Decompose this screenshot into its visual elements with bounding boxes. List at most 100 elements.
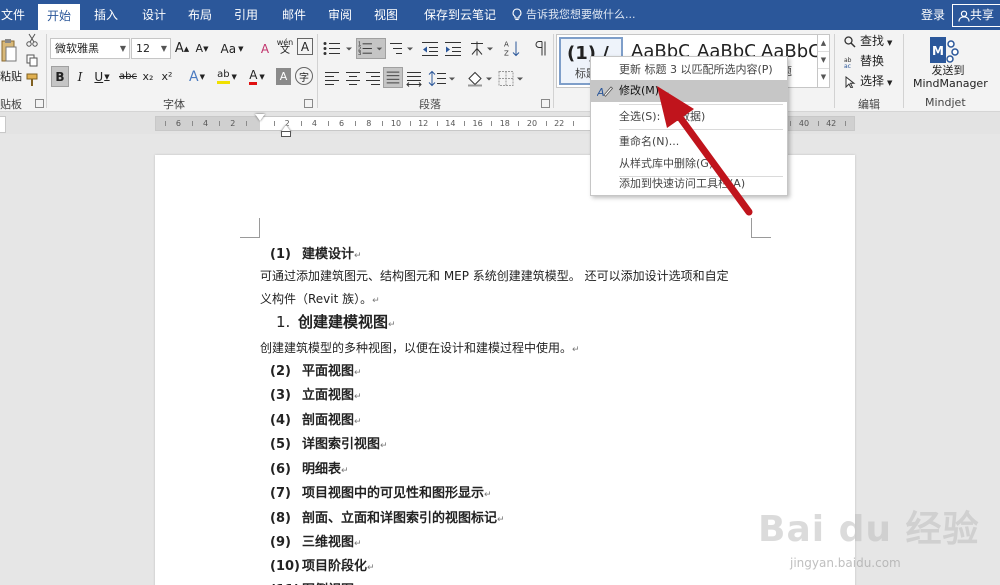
subscript-button[interactable]: x₂ bbox=[140, 66, 156, 87]
heading-item[interactable]: (11)图例视图↵ bbox=[260, 579, 362, 585]
line-spacing-icon[interactable] bbox=[428, 68, 456, 89]
heading-item[interactable]: (3) 立面视图↵ bbox=[260, 384, 362, 403]
distributed-icon[interactable] bbox=[405, 68, 423, 89]
font-launcher[interactable] bbox=[304, 99, 313, 108]
send-to-mindmanager-label[interactable]: 发送到 MindManager bbox=[913, 64, 988, 90]
tab-mailings[interactable]: 邮件 bbox=[274, 0, 314, 30]
heading-item[interactable]: (9) 三维视图↵ bbox=[260, 531, 362, 550]
font-size-combo[interactable]: 12 ▼ bbox=[131, 38, 171, 59]
tell-me-box[interactable]: 告诉我您想要做什么... bbox=[512, 0, 636, 30]
crop-mark bbox=[240, 218, 260, 238]
bullets-icon[interactable] bbox=[322, 38, 356, 59]
menu-item-add-to-qat[interactable]: 添加到快速访问工具栏(A) bbox=[591, 173, 787, 195]
ruler-tick bbox=[219, 121, 221, 126]
ruler-number: 14 bbox=[445, 119, 456, 128]
ruler-tab-selector[interactable] bbox=[0, 116, 6, 133]
heading-2[interactable]: 1. 创建建模视图↵ bbox=[276, 311, 396, 332]
svg-text:A: A bbox=[504, 41, 509, 49]
tab-review[interactable]: 审阅 bbox=[320, 0, 360, 30]
bold-button[interactable]: B bbox=[51, 66, 69, 87]
clipboard-launcher[interactable] bbox=[35, 99, 44, 108]
phonetic-guide-button[interactable]: wén 文 bbox=[276, 36, 294, 57]
menu-item-remove-from-gallery[interactable]: 从样式库中删除(G) bbox=[591, 153, 787, 175]
justify-icon[interactable] bbox=[383, 67, 403, 88]
heading-item[interactable]: (10) 项目阶段化↵ bbox=[260, 555, 375, 574]
font-size-value: 12 bbox=[136, 42, 150, 55]
enclose-char-button[interactable]: 字 bbox=[295, 67, 313, 85]
svg-text:A: A bbox=[597, 86, 605, 98]
heading-item[interactable]: (6) 明细表↵ bbox=[260, 458, 349, 477]
multilevel-list-icon[interactable] bbox=[388, 38, 416, 59]
body-paragraph[interactable]: 义构件（Revit 族）。↵ bbox=[260, 290, 380, 307]
body-paragraph[interactable]: 可通过添加建筑图元、结构图元和 MEP 系统创建建筑模型。 还可以添加设计选项和… bbox=[260, 267, 729, 284]
ruler-tick bbox=[273, 121, 275, 126]
heading-item[interactable]: (7) 项目视图中的可见性和图形显示↵ bbox=[260, 482, 492, 501]
heading-item[interactable]: (2) 平面视图↵ bbox=[260, 360, 362, 379]
tab-view[interactable]: 视图 bbox=[366, 0, 406, 30]
superscript-button[interactable]: x² bbox=[159, 66, 175, 87]
gallery-scroll[interactable]: ▲ ▼ ▼ bbox=[817, 35, 829, 87]
shrink-font-button[interactable]: A ▼ bbox=[194, 38, 210, 59]
chevron-down-icon[interactable]: ▼ bbox=[818, 52, 829, 69]
numbering-icon[interactable]: 123 bbox=[356, 38, 386, 59]
paste-button[interactable] bbox=[0, 34, 18, 68]
first-line-indent-marker[interactable] bbox=[255, 114, 265, 121]
show-marks-icon[interactable] bbox=[532, 38, 548, 59]
body-paragraph[interactable]: 创建建筑模型的多种视图，以便在设计和建模过程中使用。↵ bbox=[260, 339, 580, 356]
menu-item-select-all[interactable]: 全选(S): (无数据) bbox=[591, 106, 787, 128]
menu-item-modify-style[interactable]: A 修改(M)... bbox=[591, 80, 787, 102]
heading-item[interactable]: (4) 剖面视图↵ bbox=[260, 409, 362, 428]
align-center-icon[interactable] bbox=[344, 68, 362, 89]
ruler-tick bbox=[572, 121, 574, 126]
align-right-icon[interactable] bbox=[364, 68, 382, 89]
mindmanager-icon[interactable]: M bbox=[929, 36, 959, 64]
cut-button[interactable] bbox=[25, 32, 39, 48]
heading-item[interactable]: (5) 详图索引视图↵ bbox=[260, 433, 388, 452]
clear-format-button[interactable]: A bbox=[256, 38, 274, 59]
login-link[interactable]: 登录 bbox=[921, 0, 945, 30]
char-border-button[interactable]: A bbox=[297, 38, 313, 55]
paste-label: 粘贴 bbox=[0, 70, 22, 83]
copy-button[interactable] bbox=[25, 52, 39, 68]
paragraph-launcher[interactable] bbox=[541, 99, 550, 108]
decrease-indent-icon[interactable] bbox=[420, 38, 440, 59]
font-color-button[interactable]: A ▼ bbox=[245, 66, 269, 87]
ruler-number: 16 bbox=[472, 119, 483, 128]
format-painter-button[interactable] bbox=[25, 72, 39, 88]
select-button[interactable]: 选择 ▼ bbox=[844, 72, 892, 91]
tab-references[interactable]: 引用 bbox=[226, 0, 266, 30]
text-effect-button[interactable]: A ▼ bbox=[186, 66, 208, 87]
heading-item[interactable]: (8) 剖面、立面和详图索引的视图标记↵ bbox=[260, 507, 505, 526]
menu-item-rename[interactable]: 重命名(N)... bbox=[591, 131, 787, 153]
tab-home[interactable]: 开始 bbox=[38, 4, 80, 30]
borders-icon[interactable] bbox=[497, 68, 525, 89]
tab-file[interactable]: 文件 bbox=[0, 0, 26, 30]
char-shading-button[interactable]: A bbox=[276, 68, 291, 85]
find-button[interactable]: 查找 ▼ bbox=[844, 32, 892, 51]
strikethrough-button[interactable]: abc bbox=[118, 66, 138, 87]
chevron-up-icon[interactable]: ▲ bbox=[818, 35, 829, 52]
chinese-layout-icon[interactable] bbox=[468, 38, 496, 59]
align-left-icon[interactable] bbox=[323, 68, 341, 89]
gallery-more-icon[interactable]: ▼ bbox=[818, 69, 829, 86]
tab-insert[interactable]: 插入 bbox=[86, 0, 126, 30]
increase-indent-icon[interactable] bbox=[443, 38, 463, 59]
ruler-tick bbox=[464, 121, 465, 126]
sort-icon[interactable]: AZ bbox=[503, 38, 521, 59]
left-indent-marker[interactable] bbox=[281, 131, 291, 137]
grow-font-button[interactable]: A ▲ bbox=[174, 38, 190, 59]
replace-button[interactable]: ab ac 替换 bbox=[844, 52, 884, 71]
heading-1[interactable]: (1) 建模设计↵ bbox=[260, 243, 362, 262]
change-case-button[interactable]: Aa ▼ bbox=[219, 38, 245, 59]
menu-item-update-style[interactable]: 更新 标题 3 以匹配所选内容(P) bbox=[591, 59, 787, 81]
highlight-button[interactable]: ab ▼ bbox=[214, 66, 240, 87]
ruler-number: 6 bbox=[175, 119, 181, 128]
underline-button[interactable]: U ▼ bbox=[91, 66, 113, 87]
shading-icon[interactable] bbox=[466, 68, 494, 89]
tab-design[interactable]: 设计 bbox=[134, 0, 174, 30]
font-name-combo[interactable]: 微软雅黑 ▼ bbox=[50, 38, 130, 59]
share-button[interactable]: 共享 bbox=[952, 4, 1000, 27]
tab-layout[interactable]: 布局 bbox=[180, 0, 220, 30]
italic-button[interactable]: I bbox=[72, 66, 88, 87]
tab-save-cloud[interactable]: 保存到云笔记 bbox=[418, 0, 502, 30]
